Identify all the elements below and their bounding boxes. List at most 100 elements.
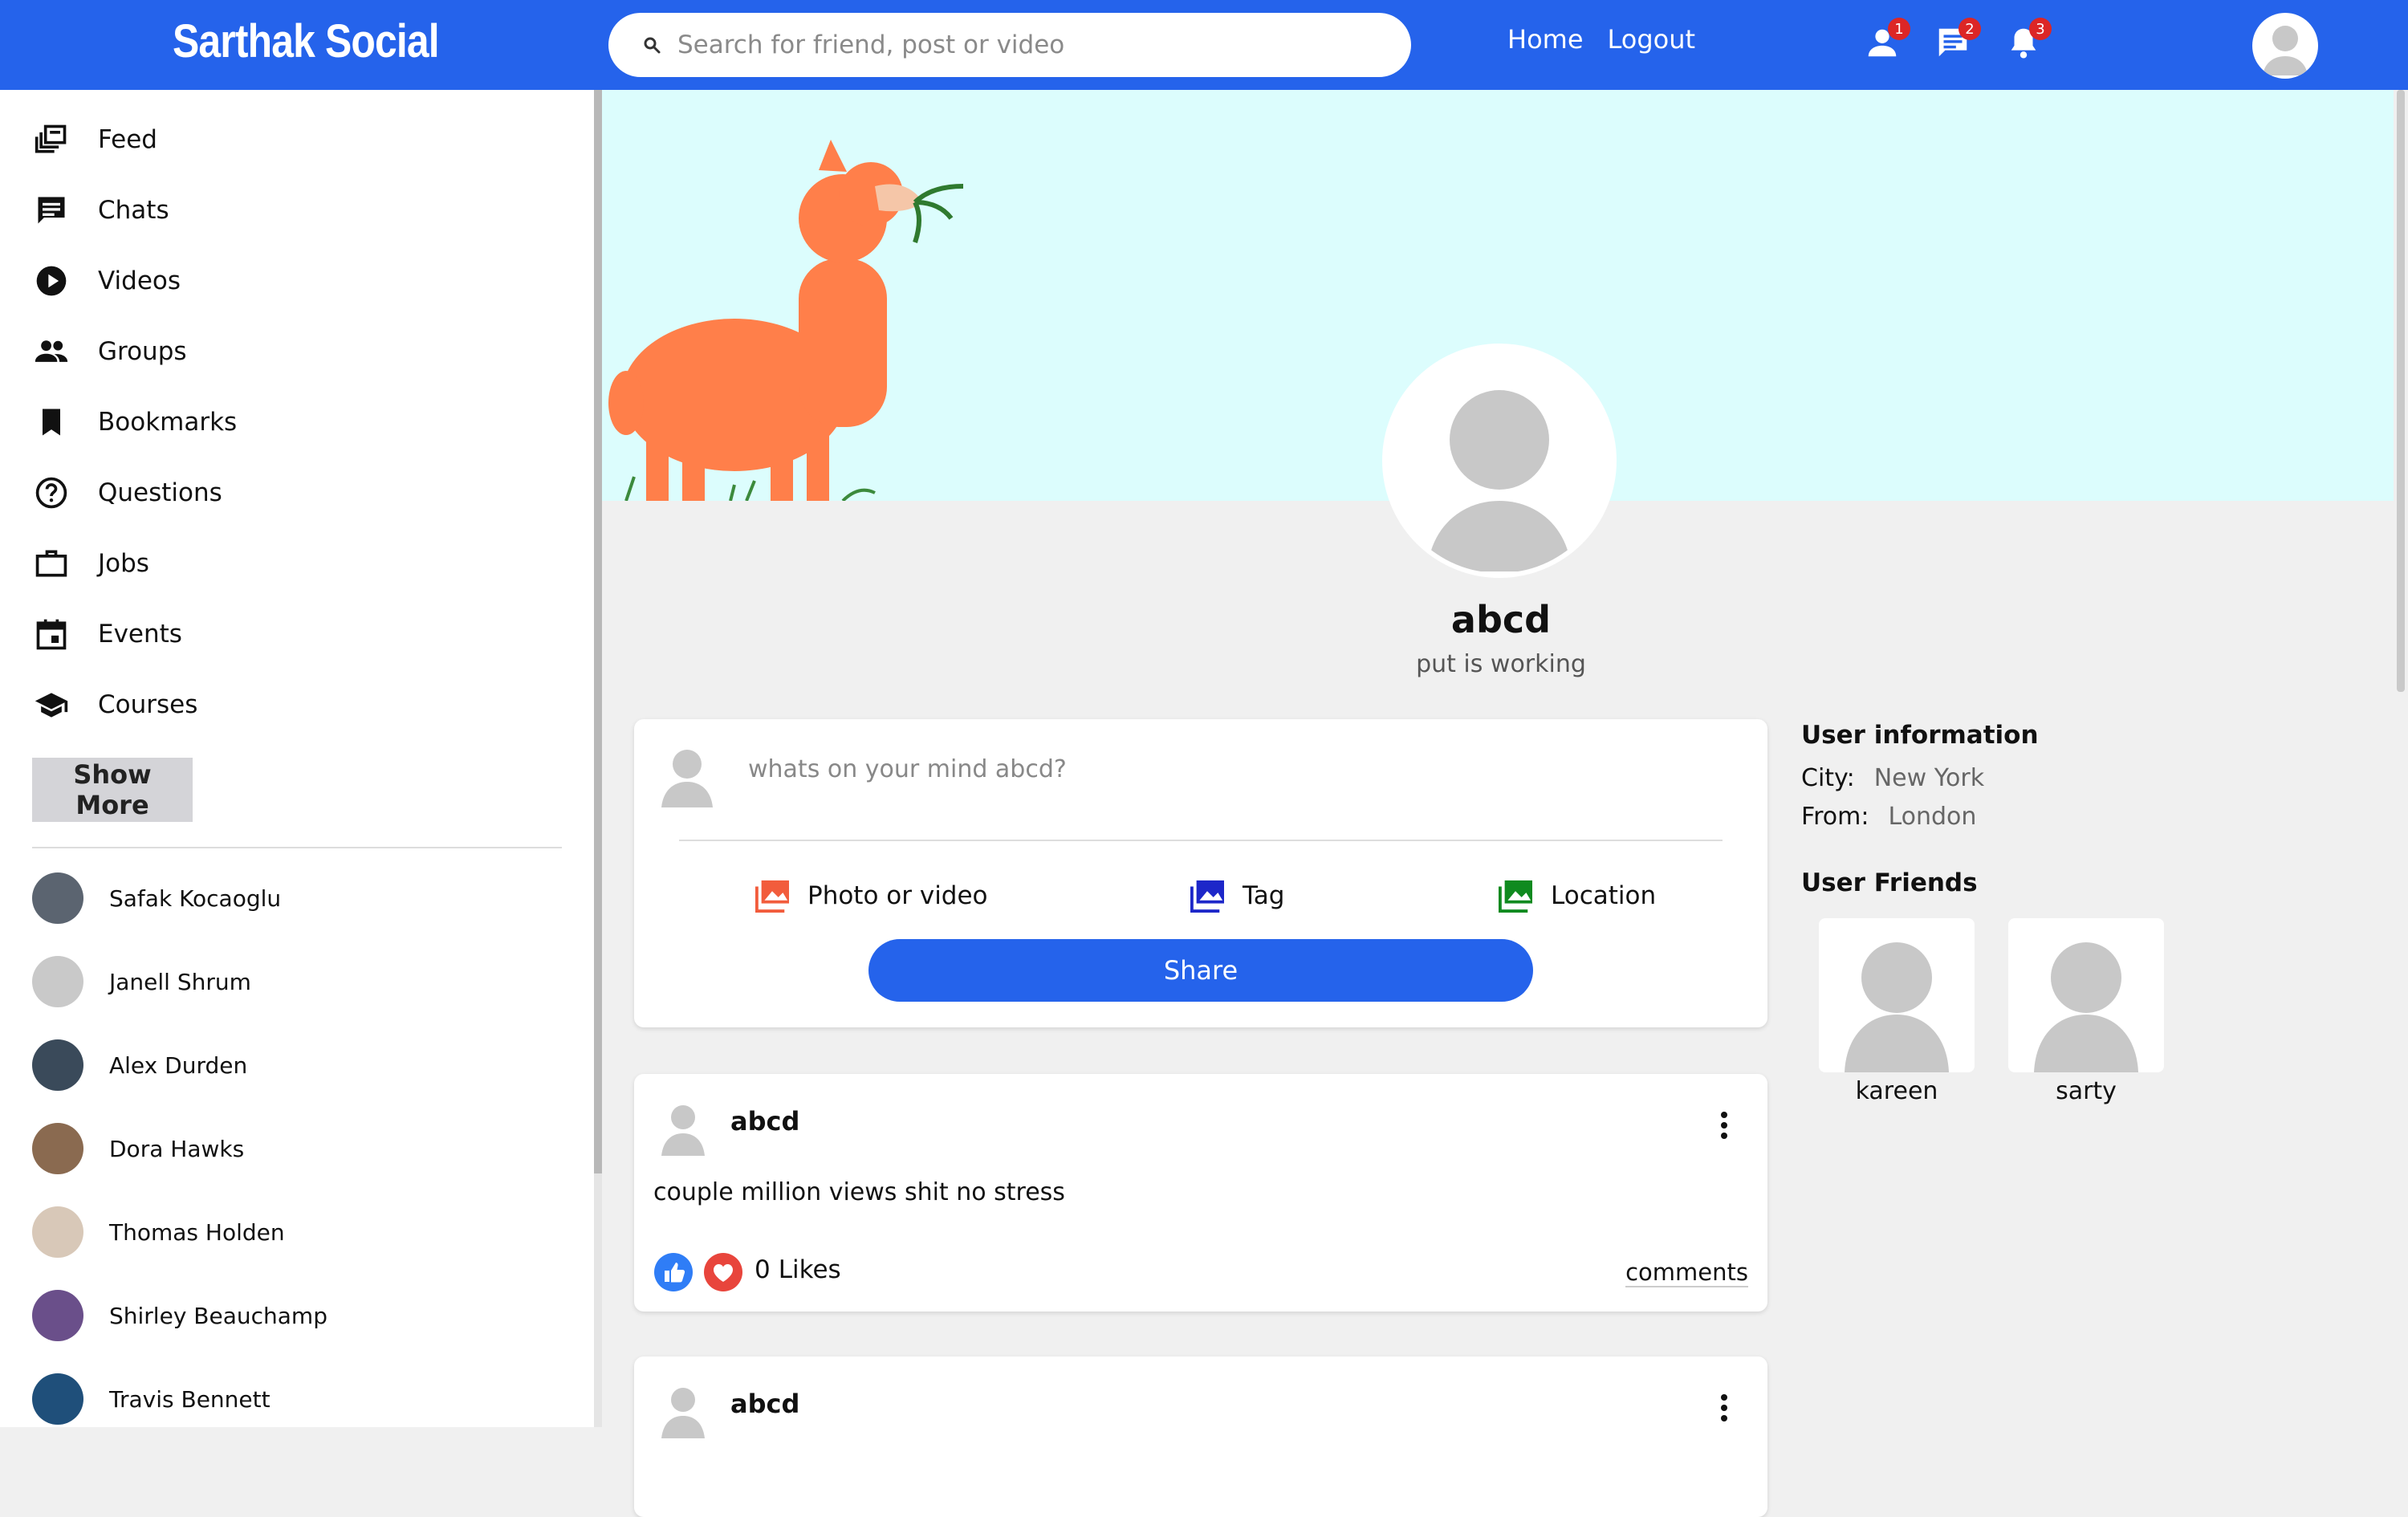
friend-requests-button[interactable]: 1 (1864, 18, 1910, 61)
photo-video-option[interactable]: Photo or video (753, 872, 988, 920)
messages-button[interactable]: 2 (1934, 18, 1981, 61)
friend-name: Travis Bennett (109, 1385, 270, 1413)
avatar-placeholder-icon (661, 1105, 705, 1156)
friend-name: sarty (2056, 1077, 2117, 1105)
post-text: couple million views shit no stress (653, 1178, 1065, 1206)
more-vert-icon[interactable] (1719, 1111, 1729, 1140)
likes-number: 0 (755, 1255, 771, 1284)
avatar-placeholder-icon (661, 750, 713, 807)
profile-name: abcd (1450, 598, 1552, 641)
post-input[interactable] (746, 746, 1710, 791)
search-bar[interactable] (608, 13, 1411, 77)
sidebar-item-courses[interactable]: Courses (34, 681, 197, 729)
profile-description: put is working (1416, 650, 1586, 678)
user-friends-title: User Friends (1801, 868, 1978, 897)
notifications-button[interactable]: 3 (2005, 18, 2052, 61)
friend-name: kareen (1855, 1077, 1938, 1105)
user-friend-card[interactable]: kareen (1819, 918, 1975, 1105)
show-more-button[interactable]: Show More (32, 758, 193, 822)
scrollbar-thumb[interactable] (594, 90, 602, 1173)
friend-avatar (32, 1039, 83, 1091)
search-icon (644, 37, 661, 54)
top-bar: Sarthak Social Home Logout 1 2 3 (0, 0, 2408, 90)
calendar-icon (36, 619, 67, 650)
sidebar-item-label: Groups (98, 337, 187, 366)
post-username[interactable]: abcd (730, 1106, 799, 1137)
chat-icon (38, 197, 65, 224)
profile-avatar[interactable] (1382, 344, 1617, 578)
friend-name: Dora Hawks (109, 1135, 245, 1162)
friend-name: Safak Kocaoglu (109, 885, 282, 912)
sidebar-item-videos[interactable]: Videos (34, 257, 181, 305)
search-input[interactable] (676, 26, 1382, 64)
location-option[interactable]: Location (1496, 872, 1656, 920)
avatar-placeholder-icon (661, 1388, 705, 1438)
user-avatar[interactable] (2252, 13, 2318, 79)
friend-name: Alex Durden (109, 1051, 248, 1079)
friend-avatar (32, 1290, 83, 1341)
sidebar-friend[interactable]: Alex Durden (32, 1039, 247, 1092)
sidebar-friend[interactable]: Safak Kocaoglu (32, 872, 281, 925)
location-label: Location (1551, 881, 1657, 910)
sidebar-item-events[interactable]: Events (34, 610, 182, 658)
sidebar-scrollbar[interactable] (594, 90, 602, 1427)
sidebar-item-chats[interactable]: Chats (34, 186, 169, 234)
help-circle-icon (35, 477, 67, 509)
post-username[interactable]: abcd (730, 1389, 799, 1419)
friend-avatar (32, 956, 83, 1007)
feed-icon (35, 124, 67, 153)
heart-icon[interactable] (703, 1252, 743, 1292)
from-value: London (1888, 803, 1977, 831)
friend-picture (2008, 918, 2164, 1072)
sidebar-item-label: Videos (98, 266, 181, 295)
llama-illustration (608, 140, 964, 501)
from-label: From: (1801, 803, 1869, 831)
photo-library-icon (1190, 880, 1224, 913)
scrollbar-thumb[interactable] (2397, 90, 2405, 692)
sidebar-item-questions[interactable]: Questions (34, 469, 222, 517)
notifications-badge: 3 (2029, 18, 2052, 40)
friend-avatar (32, 872, 83, 924)
avatar-placeholder-icon (1427, 390, 1572, 571)
avatar-placeholder-icon (1845, 942, 1949, 1072)
like-icon[interactable] (653, 1252, 694, 1292)
sidebar-friend[interactable]: Janell Shrum (32, 955, 251, 1008)
more-vert-icon[interactable] (1719, 1393, 1729, 1422)
avatar-placeholder-icon (2263, 26, 2308, 75)
share-card: Photo or video Tag Location Share (634, 719, 1767, 1027)
photo-video-label: Photo or video (807, 881, 988, 910)
tag-option[interactable]: Tag (1188, 872, 1284, 920)
city-value: New York (1873, 764, 1985, 792)
sidebar-item-feed[interactable]: Feed (34, 116, 157, 164)
comments-link[interactable]: comments (1625, 1259, 1748, 1287)
sidebar-item-label: Jobs (98, 549, 149, 578)
likes-label: Likes (778, 1255, 841, 1284)
friend-name: Thomas Holden (109, 1218, 285, 1246)
likes-count: 0 Likes (755, 1255, 841, 1284)
sidebar-item-jobs[interactable]: Jobs (34, 539, 149, 588)
city-row: City: New York (1801, 764, 1984, 792)
sidebar-friend[interactable]: Dora Hawks (32, 1122, 244, 1175)
briefcase-icon (35, 550, 67, 577)
logout-link[interactable]: Logout (1608, 24, 1696, 55)
sidebar-item-label: Chats (98, 196, 169, 225)
friend-picture (1819, 918, 1975, 1072)
sidebar-friend[interactable]: Travis Bennett (32, 1373, 270, 1425)
friend-avatar (32, 1123, 83, 1174)
tag-label: Tag (1243, 881, 1285, 910)
sidebar-item-label: Bookmarks (98, 408, 238, 437)
user-friend-card[interactable]: sarty (2008, 918, 2164, 1105)
sidebar-item-groups[interactable]: Groups (34, 327, 187, 376)
home-link[interactable]: Home (1507, 24, 1584, 55)
sidebar-item-label: Feed (98, 125, 157, 154)
sidebar-friend[interactable]: Shirley Beauchamp (32, 1289, 327, 1342)
user-information-title: User information (1801, 721, 2039, 750)
sidebar-item-bookmarks[interactable]: Bookmarks (34, 398, 237, 446)
sidebar-friend[interactable]: Thomas Holden (32, 1206, 285, 1259)
app-logo[interactable]: Sarthak Social (173, 14, 440, 68)
page-scrollbar[interactable] (2394, 90, 2408, 1427)
sidebar-divider (32, 847, 562, 848)
school-icon (35, 693, 68, 718)
post-card: abcd (634, 1356, 1767, 1517)
share-button[interactable]: Share (868, 939, 1533, 1002)
